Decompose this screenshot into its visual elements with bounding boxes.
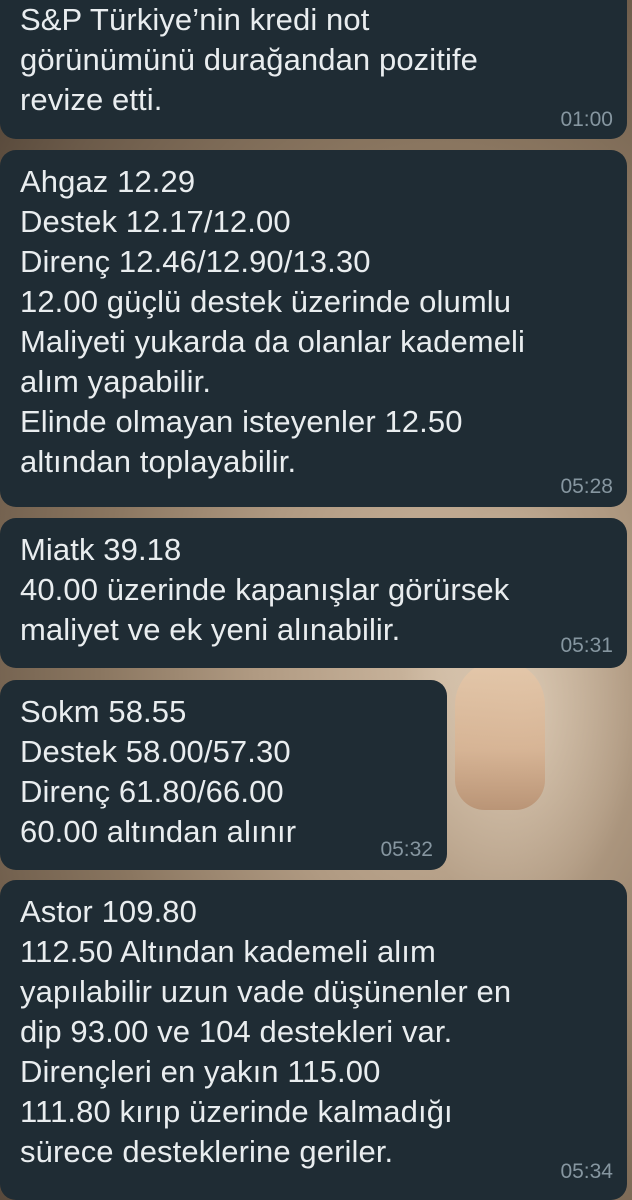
message-text: S&P Türkiye’nin kredi not görünümünü dur… [20,2,479,117]
message-bubble[interactable]: S&P Türkiye’nin kredi not görünümünü dur… [0,0,627,139]
message-bubble[interactable]: Astor 109.80 112.50 Altından kademeli al… [0,880,627,1200]
wallpaper-image [455,660,545,810]
message-timestamp: 05:31 [560,634,613,657]
message-bubble[interactable]: Ahgaz 12.29 Destek 12.17/12.00 Direnç 12… [0,150,627,507]
message-text: Astor 109.80 112.50 Altından kademeli al… [20,894,512,1169]
message-text: Sokm 58.55 Destek 58.00/57.30 Direnç 61.… [20,694,297,849]
message-text: Miatk 39.18 40.00 üzerinde kapanışlar gö… [20,532,510,647]
message-timestamp: 01:00 [560,108,613,131]
message-bubble[interactable]: Miatk 39.18 40.00 üzerinde kapanışlar gö… [0,518,627,668]
message-bubble[interactable]: Sokm 58.55 Destek 58.00/57.30 Direnç 61.… [0,680,447,870]
message-timestamp: 05:34 [560,1160,613,1183]
message-timestamp: 05:32 [380,838,433,861]
message-text: Ahgaz 12.29 Destek 12.17/12.00 Direnç 12… [20,164,526,479]
message-timestamp: 05:28 [560,475,613,498]
